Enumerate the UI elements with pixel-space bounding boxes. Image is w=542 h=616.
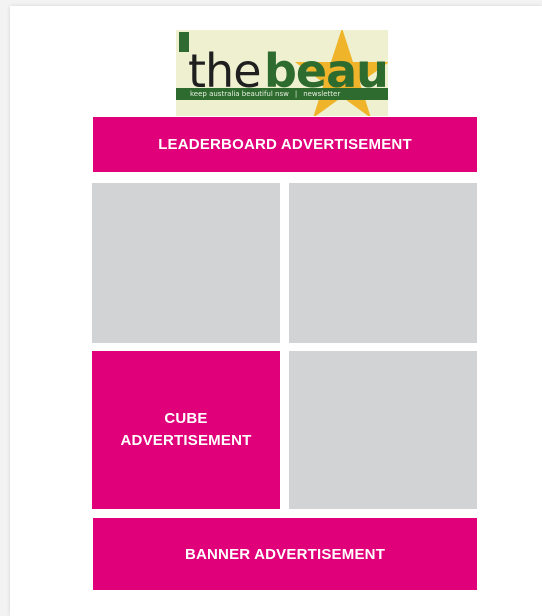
logo-tagline-divider: | [294,90,298,98]
cube-advertisement[interactable]: CUBE ADVERTISEMENT [92,351,280,509]
placeholder-block-top-left [92,183,280,343]
placeholder-block-bottom-right [289,351,477,509]
cube-advertisement-label: CUBE ADVERTISEMENT [121,408,252,452]
leaderboard-advertisement[interactable]: LEADERBOARD ADVERTISEMENT [93,117,477,172]
banner-advertisement[interactable]: BANNER ADVERTISEMENT [93,518,477,590]
logo-tagline-left: keep australia beautiful nsw [190,90,289,98]
logo-tagline: keep australia beautiful nsw | newsletter [190,89,340,99]
logo-tagline-right: newsletter [303,90,341,98]
the-beaut-logo: the beaut' keep australia beautiful nsw|… [176,30,388,116]
cube-advertisement-label-line1: CUBE [164,410,208,427]
leaderboard-advertisement-label: LEADERBOARD ADVERTISEMENT [158,136,412,153]
banner-advertisement-label: BANNER ADVERTISEMENT [184,545,386,563]
cube-advertisement-label-line2: ADVERTISEMENT [120,432,252,449]
placeholder-block-top-right [289,183,477,343]
